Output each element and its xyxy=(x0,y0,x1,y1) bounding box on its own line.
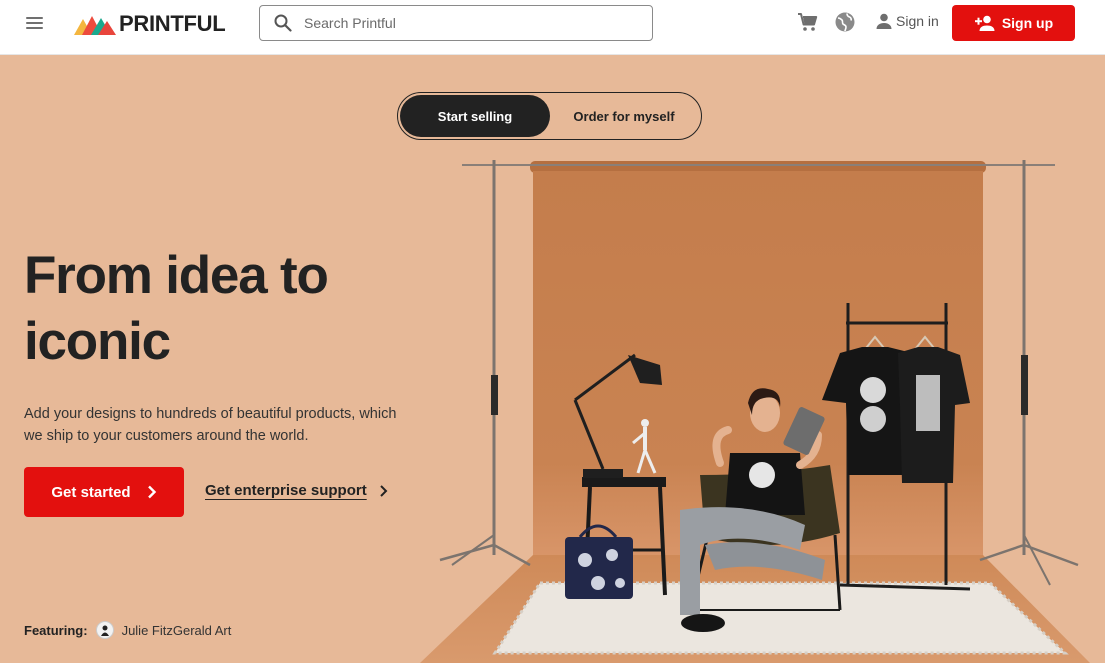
search-bar[interactable] xyxy=(259,5,653,41)
sign-up-button[interactable]: Sign up xyxy=(952,5,1075,41)
chevron-right-icon xyxy=(147,485,156,499)
get-started-label: Get started xyxy=(51,483,131,501)
start-selling-tab[interactable]: Start selling xyxy=(400,95,550,137)
search-input[interactable] xyxy=(304,15,624,31)
logo-text: PRINTFUL xyxy=(119,11,226,36)
user-icon xyxy=(876,13,892,29)
hero-heading-line-1: From idea to xyxy=(24,246,329,305)
order-for-myself-tab[interactable]: Order for myself xyxy=(550,95,698,137)
hamburger-menu-icon[interactable] xyxy=(22,10,48,36)
search-icon xyxy=(274,14,292,32)
sign-in-link[interactable]: Sign in xyxy=(875,12,939,30)
hero-section: Start selling Order for myself From idea… xyxy=(0,55,1105,663)
top-navigation-bar: PRINTFUL Sign in xyxy=(0,0,1105,55)
globe-icon[interactable] xyxy=(834,11,856,33)
artist-avatar[interactable] xyxy=(95,621,114,639)
get-started-button[interactable]: Get started xyxy=(24,467,184,517)
audience-toggle: Start selling Order for myself xyxy=(397,92,702,140)
artist-name[interactable]: Julie FitzGerald Art xyxy=(122,623,232,638)
add-user-icon xyxy=(974,15,995,31)
hero-heading: From idea to iconic xyxy=(24,243,404,375)
sign-up-label: Sign up xyxy=(1001,15,1054,31)
enterprise-support-label: Get enterprise support xyxy=(205,482,367,499)
printful-logo[interactable]: PRINTFUL xyxy=(74,10,226,38)
featuring-label: Featuring: xyxy=(24,622,88,638)
chevron-right-icon xyxy=(379,484,388,497)
sign-in-label: Sign in xyxy=(896,13,939,29)
artist-avatar-icon xyxy=(100,625,109,636)
hero-description: Add your designs to hundreds of beautifu… xyxy=(24,406,397,444)
printful-logo-mark-icon xyxy=(74,16,116,35)
enterprise-support-link[interactable]: Get enterprise support xyxy=(205,482,388,499)
cart-icon[interactable] xyxy=(797,11,819,33)
featured-artist: Featuring: Julie FitzGerald Art xyxy=(24,621,231,639)
hero-heading-line-2: iconic xyxy=(24,312,171,371)
